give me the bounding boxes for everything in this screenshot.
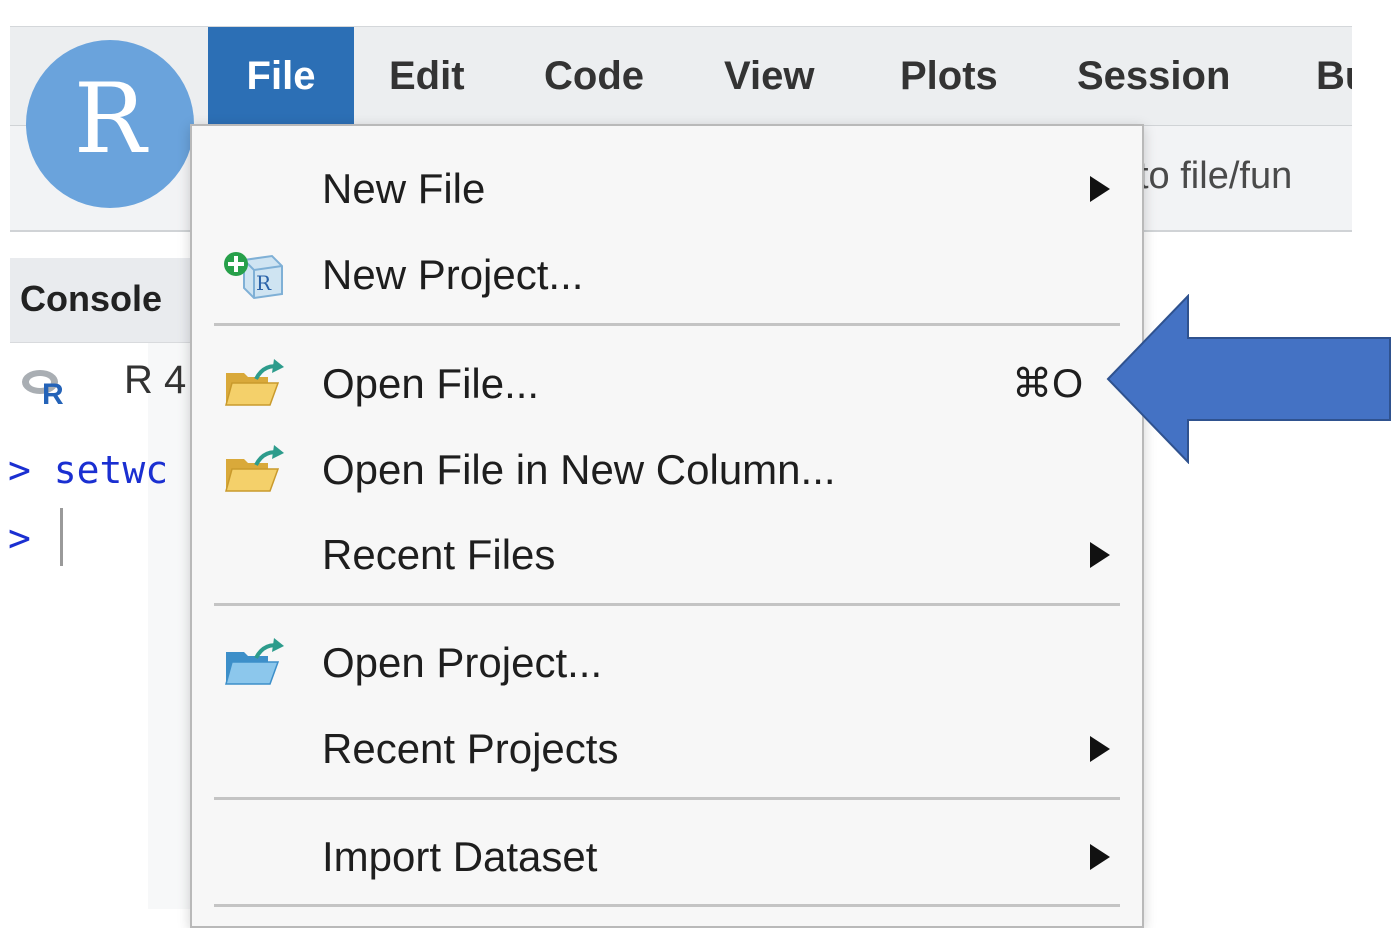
goto-file-function-input[interactable] xyxy=(1138,150,1358,202)
svg-text:R: R xyxy=(256,271,272,295)
svg-text:R: R xyxy=(42,378,64,406)
console-line: > setwc xyxy=(8,448,169,492)
menu-item-recent-files[interactable]: Recent Files xyxy=(192,512,1142,598)
menu-item-label: New Project... xyxy=(322,251,584,298)
console-header: Console xyxy=(10,258,200,343)
submenu-arrow-icon xyxy=(1090,736,1110,762)
menu-separator xyxy=(214,797,1120,800)
menu-view[interactable]: View xyxy=(724,27,814,125)
menu-item-label: Import Dataset xyxy=(322,833,598,880)
menu-item-open-project[interactable]: Open Project... xyxy=(192,620,1142,706)
console-caret[interactable] xyxy=(60,508,63,566)
menu-session[interactable]: Session xyxy=(1077,27,1230,125)
menu-code[interactable]: Code xyxy=(544,27,644,125)
r-version-label: R 4 xyxy=(124,358,187,402)
r-logo: R xyxy=(26,40,194,208)
open-folder-icon xyxy=(225,359,284,406)
submenu-arrow-icon xyxy=(1090,542,1110,568)
menu-item-label: Recent Projects xyxy=(322,725,619,772)
r-logo-icon: R xyxy=(22,370,64,406)
menu-item-recent-projects[interactable]: Recent Projects xyxy=(192,706,1142,792)
menu-build[interactable]: Bu xyxy=(1316,27,1352,125)
menu-edit[interactable]: Edit xyxy=(389,27,465,125)
menu-plots[interactable]: Plots xyxy=(900,27,998,125)
menu-item-label: Open Project... xyxy=(322,639,603,686)
console-prompt: > xyxy=(8,516,31,560)
menubar: File Edit Code View Plots Session Bu xyxy=(10,26,1352,127)
annotation-arrow xyxy=(1106,294,1391,464)
menu-item-open-file[interactable]: Open File... ⌘O xyxy=(192,341,1142,427)
console-area xyxy=(148,343,192,909)
file-menu-dropdown: New File R New Project... Open File... ⌘… xyxy=(190,124,1144,928)
menu-item-label: Open File... xyxy=(322,360,540,407)
menu-file[interactable]: File xyxy=(208,27,354,125)
menu-item-label: New File xyxy=(322,165,486,212)
menu-item-label: Open File in New Column... xyxy=(322,446,836,493)
open-project-icon xyxy=(225,638,284,685)
console-title[interactable]: Console xyxy=(20,278,162,320)
menu-separator xyxy=(214,323,1120,326)
new-project-icon: R xyxy=(224,252,283,300)
menu-item-import-dataset[interactable]: Import Dataset xyxy=(192,814,1142,900)
submenu-arrow-icon xyxy=(1090,176,1110,202)
open-folder-icon xyxy=(225,445,284,492)
menu-item-label: Recent Files xyxy=(322,531,556,578)
menu-item-new-file[interactable]: New File xyxy=(192,146,1142,232)
menu-item-open-file-new-column[interactable]: Open File in New Column... xyxy=(192,427,1142,513)
menu-separator xyxy=(214,603,1120,606)
shortcut-label: ⌘O xyxy=(1012,362,1084,406)
menu-separator xyxy=(214,904,1120,907)
menu-item-new-project[interactable]: R New Project... xyxy=(192,232,1142,318)
submenu-arrow-icon xyxy=(1090,844,1110,870)
